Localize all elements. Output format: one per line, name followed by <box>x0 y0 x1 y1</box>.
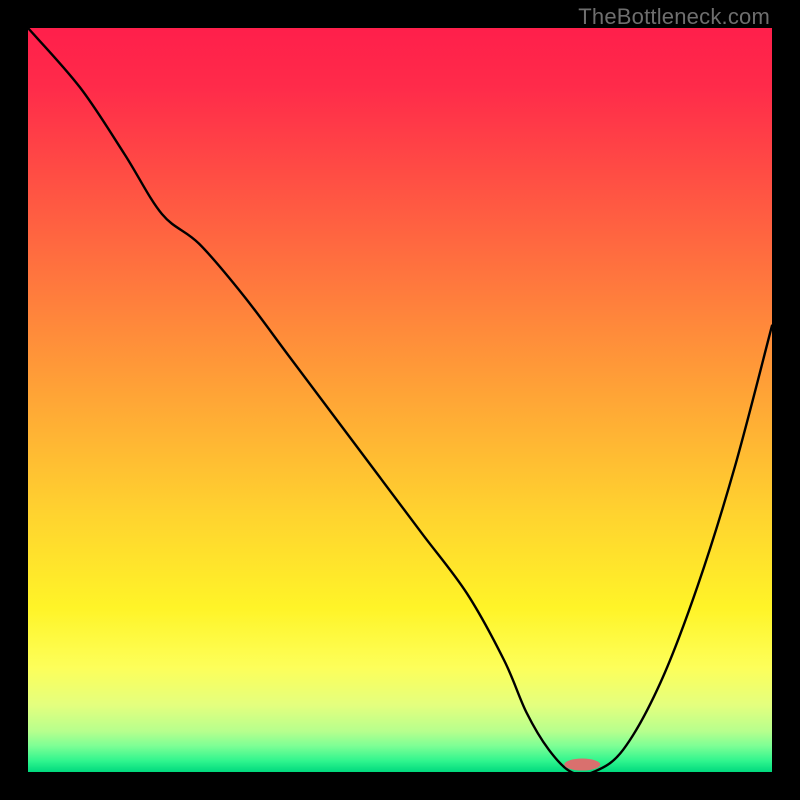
watermark-text: TheBottleneck.com <box>578 4 770 30</box>
chart-frame <box>28 28 772 772</box>
optimal-marker <box>564 759 600 771</box>
bottleneck-chart <box>28 28 772 772</box>
gradient-background <box>28 28 772 772</box>
